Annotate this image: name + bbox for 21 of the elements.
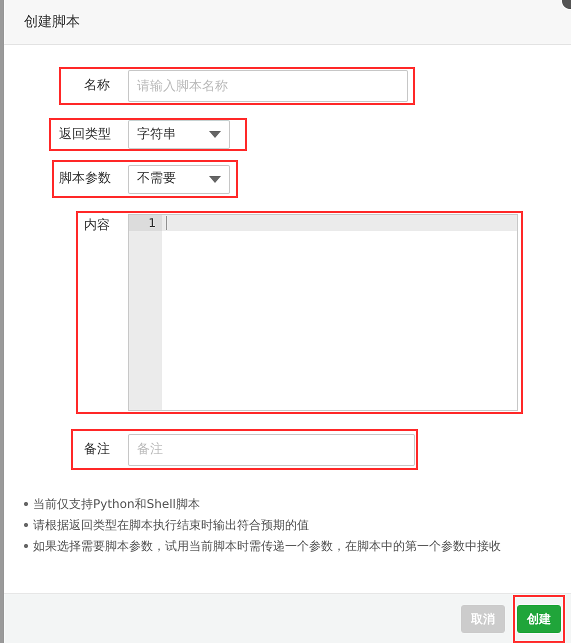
- input-field[interactable]: 请输入脚本名称: [128, 70, 408, 102]
- select-field[interactable]: 字符串: [128, 120, 230, 149]
- text-cursor: [166, 216, 167, 230]
- bullet-icon: [24, 523, 28, 527]
- field-label: 名称: [83, 77, 111, 96]
- input-field[interactable]: 备注: [128, 434, 415, 466]
- select-field[interactable]: 不需要: [128, 164, 230, 194]
- field-label: 脚本参数: [58, 170, 112, 188]
- line-number: 1: [129, 215, 162, 231]
- caret-down-icon: [209, 176, 221, 182]
- note-text: 如果选择需要脚本参数，试用当前脚本时需传递一个参数，在脚本中的第一个参数中接收: [33, 539, 501, 553]
- field-label: 备注: [83, 440, 111, 459]
- note-text: 当前仅支持Python和Shell脚本: [33, 497, 200, 511]
- dialog-title: 创建脚本: [24, 12, 80, 32]
- code-editor[interactable]: 1: [128, 214, 518, 411]
- caret-down-icon: [209, 131, 221, 138]
- field-label: 返回类型: [58, 126, 112, 144]
- note-text: 请根据返回类型在脚本执行结束时输出符合预期的值: [33, 518, 309, 532]
- field-label: 内容: [83, 217, 111, 235]
- bullet-icon: [24, 502, 28, 506]
- bullet-icon: [24, 544, 28, 548]
